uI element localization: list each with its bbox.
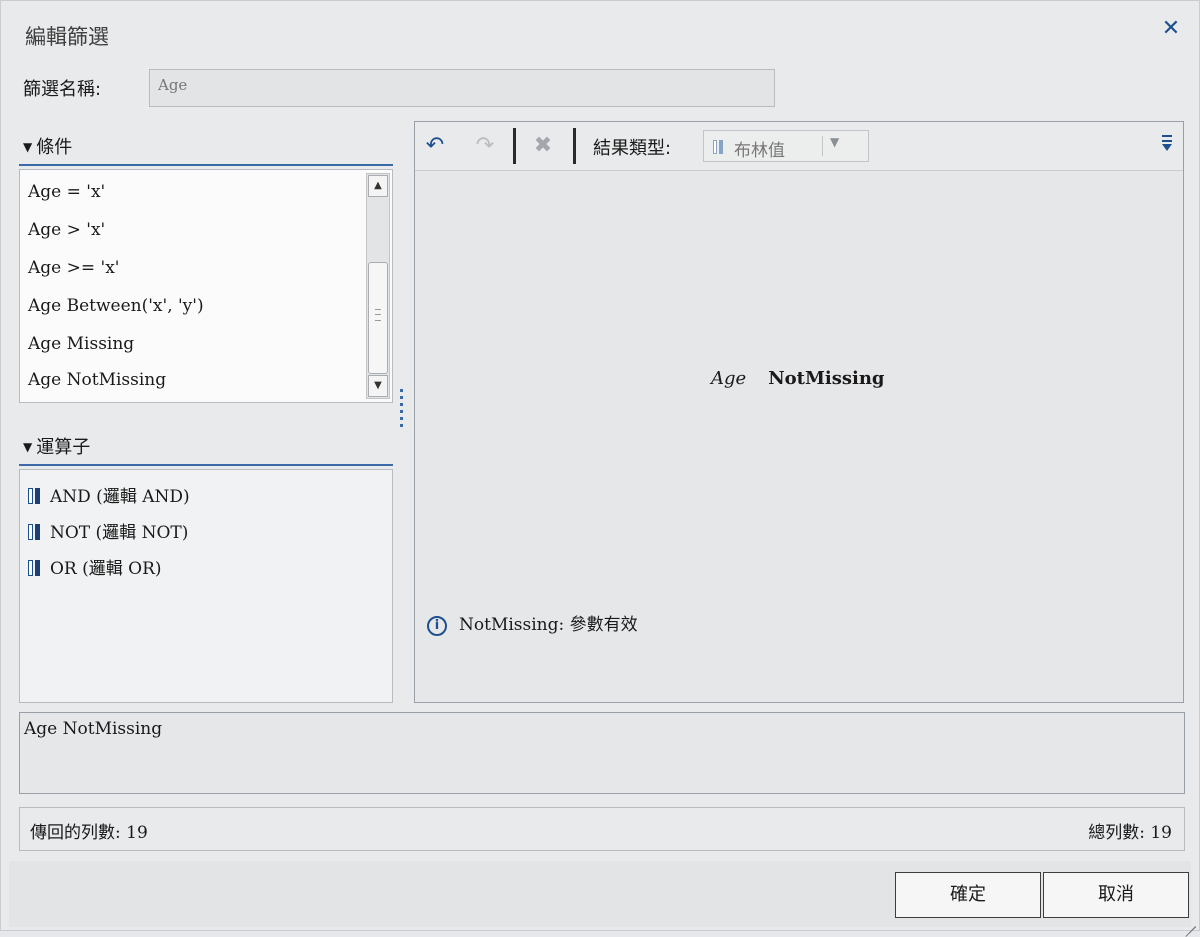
list-item[interactable]: Age Missing — [28, 334, 134, 354]
result-type-label: 結果類型: — [593, 138, 672, 159]
operators-divider — [19, 464, 393, 466]
expression-variable[interactable]: Age — [711, 368, 746, 389]
scroll-down-icon[interactable]: ▼ — [368, 375, 388, 397]
operators-list[interactable]: AND (邏輯 AND) NOT (邏輯 NOT) OR (邏輯 OR) — [19, 469, 393, 703]
boolean-icon — [28, 524, 42, 545]
editor-toolbar: ↶ ↷ ✖ 結果類型: 布林值 ▼ — [415, 122, 1183, 171]
list-item[interactable]: Age > 'x' — [28, 220, 105, 240]
expression-editor[interactable]: ↶ ↷ ✖ 結果類型: 布林值 ▼ Age NotMissing i NotMiss… — [414, 121, 1184, 703]
total-rows-count: 總列數: 19 — [1088, 823, 1172, 843]
info-icon: i — [427, 616, 447, 636]
operator-label: AND (邏輯 AND) — [50, 487, 190, 507]
conditions-divider — [19, 164, 393, 166]
conditions-list[interactable]: Age = 'x' Age > 'x' Age >= 'x' Age Betwe… — [19, 169, 393, 403]
list-item[interactable]: Age >= 'x' — [28, 258, 119, 278]
list-item[interactable]: Age NotMissing — [28, 370, 166, 390]
result-type-value: 布林值 — [734, 141, 785, 161]
dialog-title: 編輯篩選 — [25, 25, 109, 49]
grip-icon — [375, 309, 381, 321]
collapse-triangle-icon: ▼ — [23, 440, 33, 454]
filter-name-label: 篩選名稱: — [23, 79, 102, 100]
operators-header[interactable]: ▼ 運算子 — [23, 433, 90, 459]
collapse-triangle-icon: ▼ — [23, 140, 33, 154]
operators-header-label: 運算子 — [36, 437, 91, 458]
panel-splitter[interactable] — [400, 389, 404, 437]
conditions-header[interactable]: ▼ 條件 — [23, 133, 72, 159]
info-message: i NotMissing: 參數有效 — [427, 610, 638, 636]
scroll-up-icon[interactable]: ▲ — [368, 175, 388, 197]
delete-icon[interactable]: ✖ — [529, 132, 557, 160]
list-item[interactable]: Age = 'x' — [28, 182, 105, 202]
status-bar: 傳回的列數: 19 總列數: 19 — [19, 807, 1185, 851]
operator-label: OR (邏輯 OR) — [50, 559, 162, 579]
close-icon[interactable]: ✕ — [1159, 17, 1183, 41]
redo-icon[interactable]: ↷ — [471, 132, 499, 160]
resize-grip-icon[interactable] — [1182, 913, 1196, 937]
boolean-icon — [713, 139, 725, 158]
overflow-menu-icon[interactable] — [1157, 132, 1177, 160]
edit-filter-dialog: 編輯篩選 ✕ 篩選名稱: Age ▼ 條件 Age = 'x' Age > 'x'… — [0, 0, 1200, 937]
expression-summary: Age NotMissing — [19, 712, 1185, 794]
conditions-scrollbar[interactable]: ▲ ▼ — [366, 173, 390, 399]
select-divider — [822, 136, 823, 156]
toolbar-separator — [513, 128, 516, 164]
filter-name-input[interactable]: Age — [149, 69, 775, 107]
result-type-select[interactable]: 布林值 ▼ — [703, 130, 869, 162]
undo-icon[interactable]: ↶ — [421, 132, 449, 160]
returned-rows-count: 傳回的列數: 19 — [30, 823, 148, 843]
toolbar-separator — [573, 128, 576, 164]
chevron-down-icon: ▼ — [830, 135, 840, 149]
ok-button[interactable]: 確定 — [895, 872, 1041, 918]
conditions-header-label: 條件 — [36, 137, 73, 158]
boolean-icon — [28, 488, 42, 509]
list-item[interactable]: AND (邏輯 AND) — [28, 482, 190, 509]
info-message-text: NotMissing: 參數有效 — [459, 615, 638, 635]
dialog-titlebar: 編輯篩選 ✕ — [1, 1, 1199, 59]
list-item[interactable]: NOT (邏輯 NOT) — [28, 518, 188, 545]
scrollbar-thumb[interactable] — [368, 262, 388, 374]
cancel-button[interactable]: 取消 — [1043, 872, 1189, 918]
expression-function[interactable]: NotMissing — [768, 368, 884, 389]
list-item[interactable]: Age Between('x', 'y') — [28, 296, 204, 316]
expression-canvas[interactable]: Age NotMissing — [711, 368, 885, 389]
boolean-icon — [28, 560, 42, 581]
operator-label: NOT (邏輯 NOT) — [50, 523, 189, 543]
list-item[interactable]: OR (邏輯 OR) — [28, 554, 162, 581]
